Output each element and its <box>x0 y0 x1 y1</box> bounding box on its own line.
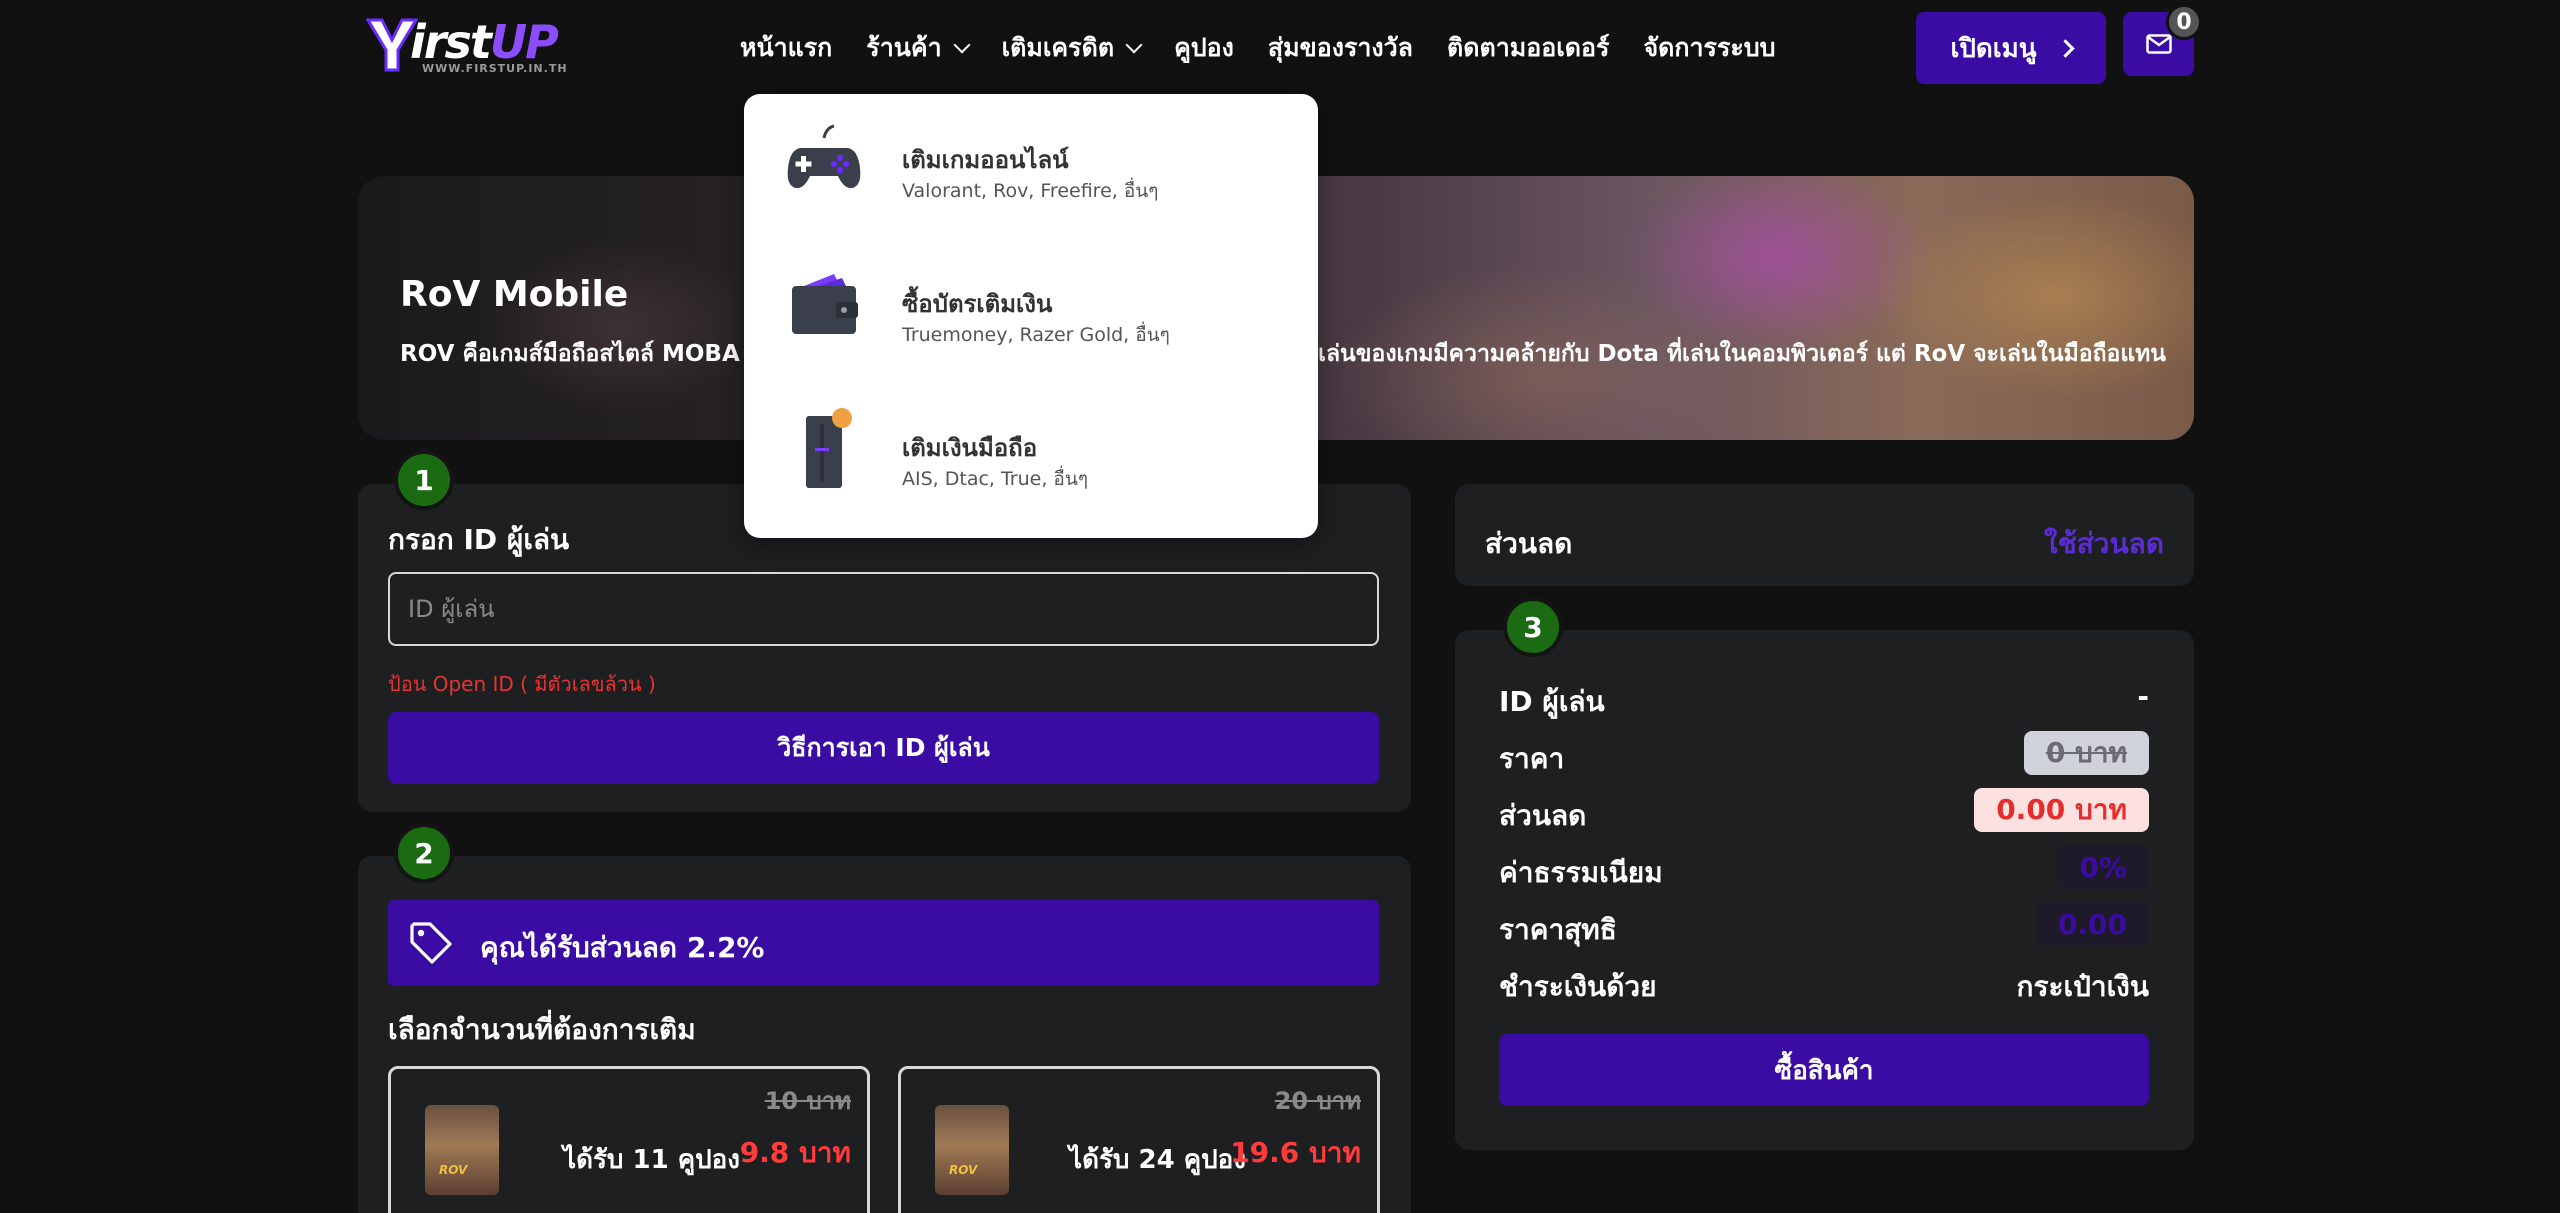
nav-item-label: เติมเครดิต <box>1001 33 1115 62</box>
step-badge-1: 1 <box>394 450 454 510</box>
how-to-get-id-label: วิธีการเอา ID ผู้เล่น <box>777 733 990 762</box>
summary-label: ค่าธรรมเนียม <box>1499 856 1663 889</box>
summary-row-fee: ค่าธรรมเนียม 0% <box>1499 845 2149 891</box>
package-label: ได้รับ 11 คูปอง <box>563 1145 740 1175</box>
rov-package-image: ROV <box>425 1105 499 1195</box>
package-card-11[interactable]: ROV ได้รับ 11 คูปอง 10 บาท 9.8 บาท <box>388 1066 870 1213</box>
fee-chip: 0% <box>2057 845 2149 889</box>
logo-text-accent: UP <box>489 15 559 69</box>
summary-label: ส่วนลด <box>1499 799 1587 832</box>
mail-count-badge: 0 <box>2166 4 2202 40</box>
nav-item-topup-credit[interactable]: เติมเครดิต <box>1001 28 1143 68</box>
dropdown-item-subtitle: Truemoney, Razer Gold, อื่นๆ <box>902 324 1170 346</box>
summary-row-discount: ส่วนลด 0.00 บาท <box>1499 788 2149 834</box>
summary-label: ราคาสุทธิ <box>1499 913 1617 946</box>
dropdown-item-title: ซื้อบัตรเติมเงิน <box>902 290 1053 318</box>
dropdown-item-mobile-topup[interactable]: เติมเงินมือถือ AIS, Dtac, True, อื่นๆ <box>744 382 1318 512</box>
chevron-right-icon <box>2055 38 2075 58</box>
dropdown-item-subtitle: AIS, Dtac, True, อื่นๆ <box>902 468 1089 490</box>
dropdown-item-title: เติมเกมออนไลน์ <box>902 146 1069 174</box>
nav-item-random-prize[interactable]: สุ่มของรางวัล <box>1268 28 1413 68</box>
package-old-price: 20 บาท <box>1274 1087 1361 1115</box>
dropdown-item-buy-card[interactable]: ซื้อบัตรเติมเงิน Truemoney, Razer Gold, … <box>744 238 1318 368</box>
topup-dropdown-menu: เติมเกมออนไลน์ Valorant, Rov, Freefire, … <box>744 94 1318 538</box>
nav-item-manage[interactable]: จัดการระบบ <box>1643 28 1775 68</box>
nav-item-shop[interactable]: ร้านค้า <box>866 28 971 68</box>
tag-icon <box>410 922 452 964</box>
summary-row-price: ราคา 0 บาท <box>1499 731 2149 777</box>
discount-chip: 0.00 บาท <box>1974 788 2149 832</box>
package-card-24[interactable]: ROV ได้รับ 24 คูปอง 20 บาท 19.6 บาท <box>898 1066 1380 1213</box>
order-summary-panel: ID ผู้เล่น - ราคา 0 บาท ส่วนลด 0.00 บาท … <box>1455 630 2194 1150</box>
mail-icon <box>2145 34 2172 54</box>
dropdown-item-title: เติมเงินมือถือ <box>902 434 1038 462</box>
navbar: irstUP WWW.FIRSTUP.IN.TH หน้าแรก ร้านค้า… <box>0 0 2560 96</box>
open-menu-label: เปิดเมนู <box>1950 33 2037 64</box>
price-chip: 0 บาท <box>2023 731 2149 775</box>
package-price: 19.6 บาท <box>1230 1136 1361 1169</box>
discount-info-text: คุณได้รับส่วนลด 2.2% <box>480 931 765 964</box>
site-logo[interactable]: irstUP WWW.FIRSTUP.IN.TH <box>366 14 568 78</box>
logo-subtext: WWW.FIRSTUP.IN.TH <box>422 62 568 75</box>
nav-item-label: จัดการระบบ <box>1643 33 1776 62</box>
summary-row-payment-method: ชำระเงินด้วย กระเป๋าเงิน <box>1499 959 2149 1005</box>
summary-label: ราคา <box>1499 742 1565 775</box>
main-nav: หน้าแรก ร้านค้า เติมเครดิต คูปอง สุ่มของ… <box>740 28 1810 68</box>
step-badge-2: 2 <box>394 823 454 883</box>
how-to-get-id-button[interactable]: วิธีการเอา ID ผู้เล่น <box>388 712 1379 784</box>
wallet-icon <box>792 274 858 334</box>
nav-item-coupon[interactable]: คูปอง <box>1174 28 1234 68</box>
package-image-text: ROV <box>439 1163 468 1177</box>
nav-item-label: สุ่มของรางวัล <box>1267 33 1413 62</box>
discount-info-bar: คุณได้รับส่วนลด 2.2% <box>388 900 1379 986</box>
phone-icon <box>806 408 852 488</box>
nav-item-home[interactable]: หน้าแรก <box>740 28 832 68</box>
summary-label: ID ผู้เล่น <box>1499 685 1605 718</box>
rov-package-image: ROV <box>935 1105 1009 1195</box>
step-badge-3: 3 <box>1503 597 1563 657</box>
player-id-hint: ป้อน Open ID ( มีตัวเลขล้วน ) <box>388 672 656 696</box>
net-price-chip: 0.00 <box>2035 902 2149 946</box>
nav-item-label: หน้าแรก <box>740 33 833 62</box>
nav-item-label: ติดตามออเดอร์ <box>1446 33 1610 62</box>
dropdown-item-game-topup[interactable]: เติมเกมออนไลน์ Valorant, Rov, Freefire, … <box>744 94 1318 224</box>
package-old-price: 10 บาท <box>764 1087 851 1115</box>
nav-item-track-order[interactable]: ติดตามออเดอร์ <box>1447 28 1609 68</box>
summary-value: - <box>2137 680 2149 713</box>
package-select-panel: คุณได้รับส่วนลด 2.2% เลือกจำนวนที่ต้องกา… <box>358 856 1411 1213</box>
summary-label: ชำระเงินด้วย <box>1499 970 1657 1003</box>
player-id-input[interactable] <box>388 572 1379 646</box>
gamepad-icon <box>787 124 861 189</box>
chevron-down-icon <box>1125 36 1143 54</box>
open-menu-button[interactable]: เปิดเมนู <box>1916 12 2106 84</box>
use-discount-link[interactable]: ใช้ส่วนลด <box>2044 522 2164 566</box>
dropdown-item-subtitle: Valorant, Rov, Freefire, อื่นๆ <box>902 180 1159 202</box>
summary-row-player-id: ID ผู้เล่น - <box>1499 674 2149 720</box>
banner-title: RoV Mobile <box>400 274 629 315</box>
amount-select-title: เลือกจำนวนที่ต้องการเติม <box>388 1013 696 1046</box>
discount-code-title: ส่วนลด <box>1485 527 1573 560</box>
package-price: 9.8 บาท <box>739 1136 851 1169</box>
discount-code-panel: ส่วนลด ใช้ส่วนลด <box>1455 484 2194 586</box>
nav-item-label: คูปอง <box>1174 33 1234 62</box>
logo-text-main: irst <box>410 15 492 69</box>
buy-button[interactable]: ซื้อสินค้า <box>1499 1034 2149 1106</box>
summary-row-net-price: ราคาสุทธิ 0.00 <box>1499 902 2149 948</box>
player-id-title: กรอก ID ผู้เล่น <box>388 523 570 556</box>
nav-item-label: ร้านค้า <box>866 33 942 62</box>
package-label: ได้รับ 24 คูปอง <box>1069 1145 1246 1175</box>
chevron-down-icon <box>953 36 971 54</box>
buy-button-label: ซื้อสินค้า <box>1774 1055 1874 1086</box>
summary-value: กระเป๋าเงิน <box>2016 970 2149 1003</box>
package-image-text: ROV <box>949 1163 978 1177</box>
